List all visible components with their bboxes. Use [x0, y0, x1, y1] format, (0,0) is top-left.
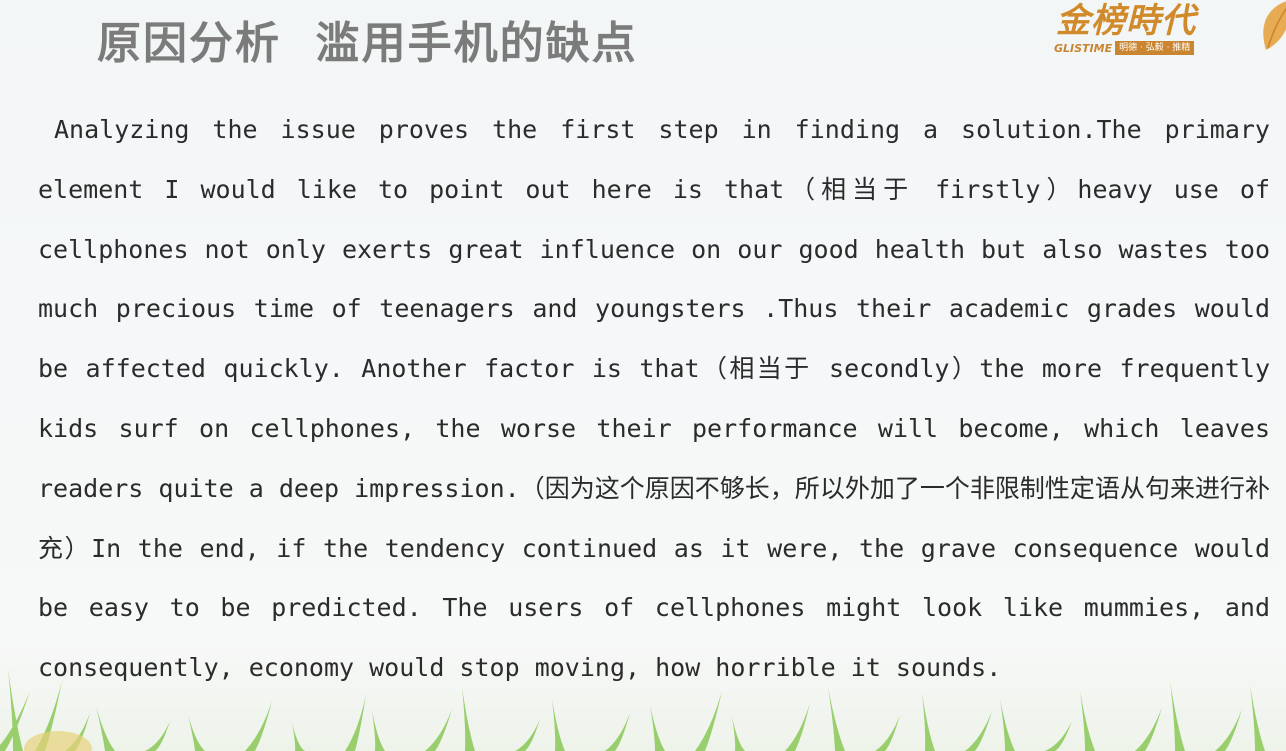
grass-blade: [695, 691, 722, 751]
logo-tagline: 明德 · 弘毅 · 推精: [1115, 41, 1195, 55]
grass-blade: [1215, 709, 1242, 751]
grass-blade: [0, 691, 30, 751]
logo-wordmark: 金榜時代: [1056, 1, 1196, 41]
grass-blade: [8, 669, 23, 751]
leaf-decoration-icon: [1263, 1, 1286, 50]
slide-title: 原因分析 滥用手机的缺点: [97, 18, 638, 69]
grass-blade: [1000, 699, 1015, 751]
grass-blade: [425, 709, 452, 751]
grass-blade: [96, 706, 115, 751]
grass-blade: [552, 699, 565, 751]
grass-blade: [372, 711, 385, 751]
grass-blade: [245, 701, 272, 751]
grass-blade: [345, 695, 366, 751]
grass-blade: [292, 723, 305, 751]
grass-blade: [1135, 707, 1162, 751]
logo-brand-name: GLISTIME: [1054, 41, 1113, 55]
slide: 原因分析 滥用手机的缺点 金榜時代 GLISTIME 明德 · 弘毅 · 推精 …: [0, 0, 1286, 751]
grass-blade: [922, 693, 935, 751]
logo-subline: GLISTIME 明德 · 弘毅 · 推精: [1054, 40, 1195, 56]
grass-blade: [785, 703, 810, 751]
grass-blade: [650, 705, 665, 751]
grass-blade: [188, 715, 205, 751]
grass-blade: [875, 715, 900, 751]
essay-paragraph: Analyzing the issue proves the first ste…: [38, 115, 1270, 683]
grass-blade: [1080, 691, 1095, 751]
grass-blade: [1045, 721, 1072, 751]
grass-blade: [65, 713, 90, 751]
brand-logo: 金榜時代 GLISTIME 明德 · 弘毅 · 推精: [1050, 0, 1240, 62]
grass-blade: [605, 713, 630, 751]
grass-blade: [732, 717, 745, 751]
grass-blade: [145, 721, 170, 751]
grass-blade: [515, 719, 540, 751]
grass-blade: [965, 711, 992, 751]
